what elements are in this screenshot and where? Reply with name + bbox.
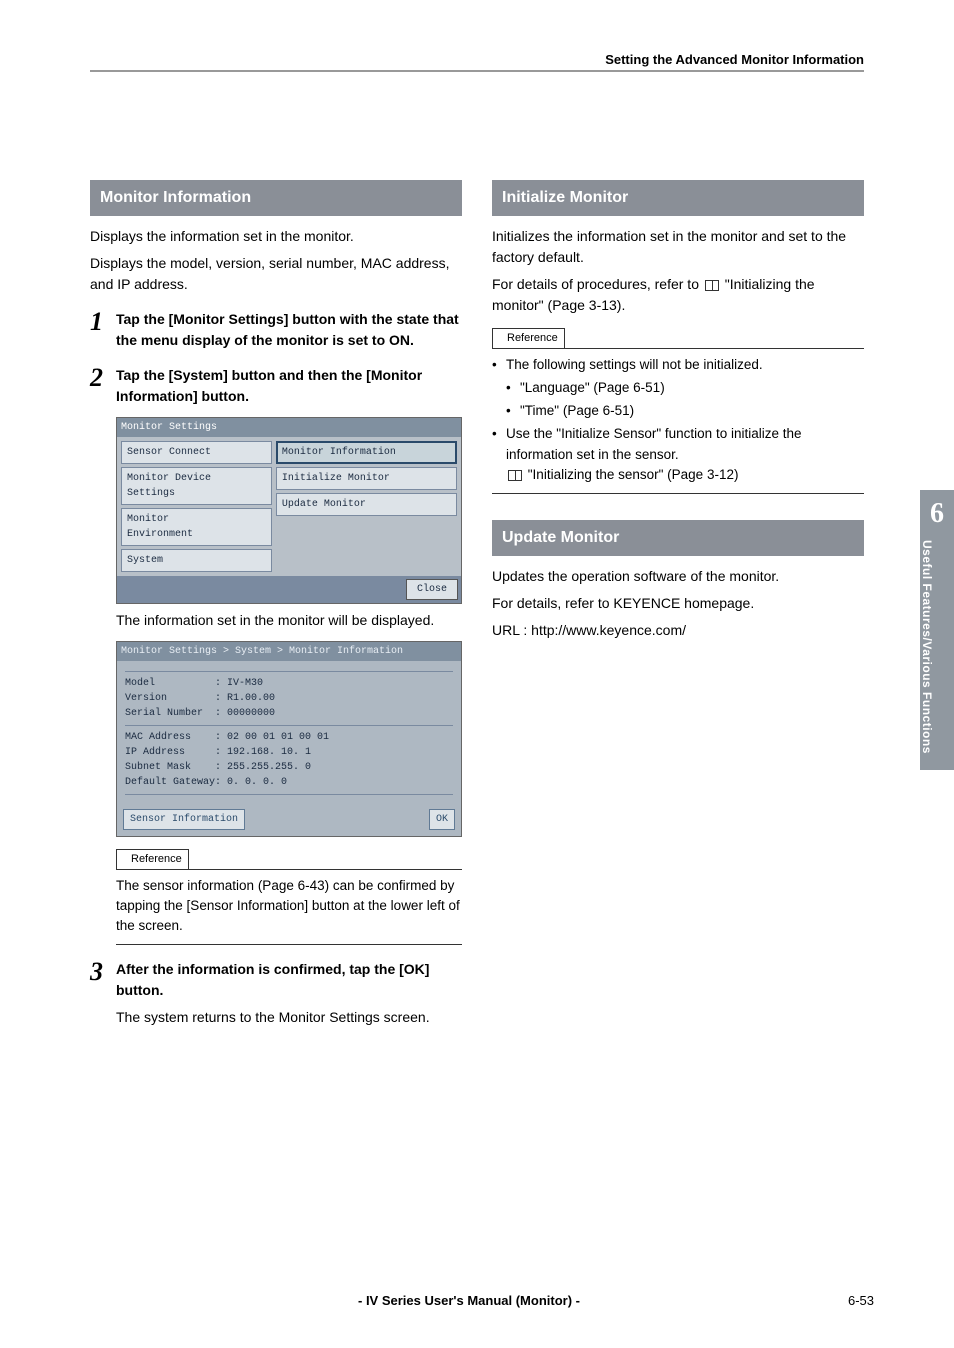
ss2-value-gateway: 0. 0. 0. 0 [227, 775, 453, 790]
ss1-btn-initialize-monitor[interactable]: Initialize Monitor [276, 467, 457, 490]
ss2-ok-button[interactable]: OK [429, 809, 455, 830]
update-p2: For details, refer to KEYENCE homepage. [492, 593, 864, 614]
init-b2-text: Use the "Initialize Sensor" function to … [506, 426, 802, 461]
content-columns: Monitor Information Displays the informa… [90, 180, 864, 1034]
ss2-label-subnet: Subnet Mask [125, 760, 215, 775]
ss2-label-mac: MAC Address [125, 730, 215, 745]
ss2-value-mac: 02 00 01 01 00 01 [227, 730, 453, 745]
chapter-title: Useful Features/Various Functions [920, 540, 934, 754]
ss2-sensor-information-button[interactable]: Sensor Information [123, 809, 245, 830]
step-number: 3 [90, 959, 116, 1034]
step-3-text: After the information is confirmed, tap … [116, 961, 429, 998]
ss1-btn-sensor-connect[interactable]: Sensor Connect [121, 441, 272, 464]
intro-line-2: Displays the model, version, serial numb… [90, 253, 462, 295]
init-p2: For details of procedures, refer to "Ini… [492, 274, 864, 316]
step-1: 1 Tap the [Monitor Settings] button with… [90, 309, 462, 351]
init-bullet-2: Use the "Initialize Sensor" function to … [492, 424, 864, 485]
ss2-value-ip: 192.168. 10. 1 [227, 745, 453, 760]
ss2-value-version: R1.00.00 [227, 691, 453, 706]
ss1-btn-monitor-device-settings[interactable]: Monitor Device Settings [121, 467, 272, 505]
step-number: 1 [90, 309, 116, 351]
ss1-title: Monitor Settings [117, 418, 461, 437]
footer-manual-title: - IV Series User's Manual (Monitor) - [90, 1293, 848, 1308]
intro-line-1: Displays the information set in the moni… [90, 226, 462, 247]
step-2-text: Tap the [System] button and then the [Mo… [116, 367, 422, 404]
page-number: 6-53 [848, 1293, 874, 1308]
init-sub-time: "Time" (Page 6-51) [506, 401, 864, 421]
step-number: 2 [90, 365, 116, 407]
update-p3: URL : http://www.keyence.com/ [492, 620, 864, 641]
running-header: Setting the Advanced Monitor Information [605, 52, 864, 67]
ss2-label-ip: IP Address [125, 745, 215, 760]
chapter-number: 6 [920, 498, 954, 530]
ss1-close-button[interactable]: Close [406, 579, 458, 600]
step-3: 3 After the information is confirmed, ta… [90, 959, 462, 1034]
left-column: Monitor Information Displays the informa… [90, 180, 462, 1034]
init-bullet-1: The following settings will not be initi… [492, 355, 864, 422]
section-title-monitor-information: Monitor Information [90, 180, 462, 216]
ss2-label-model: Model [125, 676, 215, 691]
ss2-label-gateway: Default Gateway [125, 775, 215, 790]
section-title-initialize-monitor: Initialize Monitor [492, 180, 864, 216]
reference-content-init: The following settings will not be initi… [492, 355, 864, 486]
ss2-label-version: Version [125, 691, 215, 706]
step-2: 2 Tap the [System] button and then the [… [90, 365, 462, 407]
init-p2a: For details of procedures, refer to [492, 276, 703, 292]
step-2-after: The information set in the monitor will … [116, 610, 462, 631]
screenshot-monitor-settings: Monitor Settings Sensor Connect Monitor … [116, 417, 462, 604]
screenshot-monitor-information: Monitor Settings > System > Monitor Info… [116, 641, 462, 837]
ss2-value-serial: 00000000 [227, 706, 453, 721]
reference-label: Reference [116, 849, 189, 870]
ss1-btn-update-monitor[interactable]: Update Monitor [276, 493, 457, 516]
right-column: Initialize Monitor Initializes the infor… [492, 180, 864, 1034]
reference-label: Reference [492, 328, 565, 349]
page-footer: - IV Series User's Manual (Monitor) - 6-… [90, 1293, 874, 1308]
init-p1: Initializes the information set in the m… [492, 226, 864, 268]
ss1-btn-monitor-environment[interactable]: Monitor Environment [121, 508, 272, 546]
init-b2-ref: "Initializing the sensor" (Page 3-12) [528, 467, 739, 482]
update-p1: Updates the operation software of the mo… [492, 566, 864, 587]
ss1-btn-monitor-information[interactable]: Monitor Information [276, 441, 457, 464]
step-1-text: Tap the [Monitor Settings] button with t… [116, 311, 459, 348]
ss1-btn-system[interactable]: System [121, 549, 272, 572]
section-title-update-monitor: Update Monitor [492, 520, 864, 556]
step-3-after: The system returns to the Monitor Settin… [116, 1007, 462, 1028]
init-b1-text: The following settings will not be initi… [506, 357, 763, 372]
book-icon [705, 280, 719, 291]
ss2-value-subnet: 255.255.255. 0 [227, 760, 453, 775]
ss2-breadcrumb: Monitor Settings > System > Monitor Info… [117, 642, 461, 661]
init-sub-language: "Language" (Page 6-51) [506, 378, 864, 398]
book-icon [508, 470, 522, 481]
header-rule [90, 70, 864, 72]
chapter-side-tab: 6 Useful Features/Various Functions [920, 490, 954, 770]
reference-text: The sensor information (Page 6-43) can b… [116, 876, 462, 937]
ss2-value-model: IV-M30 [227, 676, 453, 691]
ss2-label-serial: Serial Number [125, 706, 215, 721]
